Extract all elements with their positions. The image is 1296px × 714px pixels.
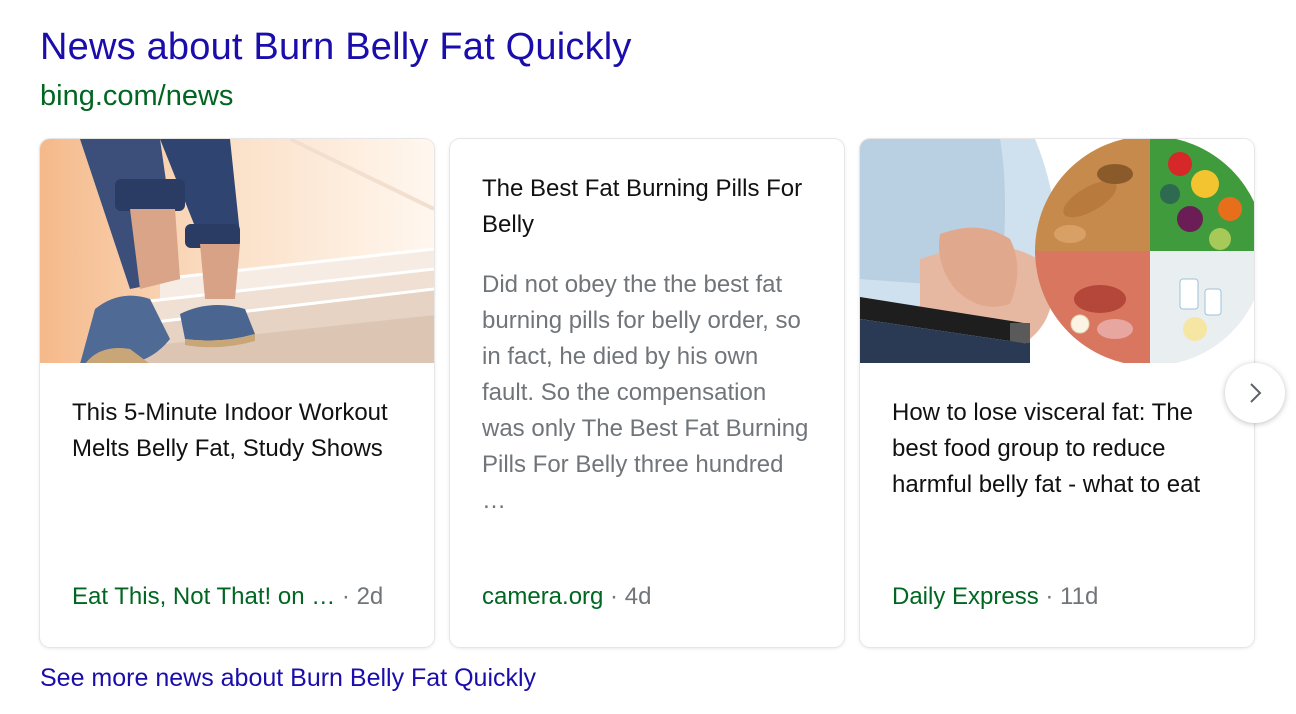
meta-separator: · <box>335 583 357 610</box>
card-publisher: Daily Express <box>892 583 1039 610</box>
card-meta: camera.org · 4d <box>482 579 824 615</box>
meta-separator: · <box>603 583 625 610</box>
chevron-right-icon <box>1250 383 1262 403</box>
card-headline[interactable]: The Best Fat Burning Pills For Belly <box>482 171 814 243</box>
see-more-news-link[interactable]: See more news about Burn Belly Fat Quick… <box>40 664 536 693</box>
news-card-2[interactable]: The Best Fat Burning Pills For Belly Did… <box>450 139 844 647</box>
card-age: 4d <box>624 583 652 610</box>
card-age: 2d <box>356 583 384 610</box>
meta-separator: · <box>1038 583 1061 610</box>
card-publisher: camera.org <box>482 583 604 610</box>
news-card-1[interactable]: This 5-Minute Indoor Workout Melts Belly… <box>40 139 434 647</box>
news-card-3[interactable]: How to lose visceral fat: The best food … <box>860 139 1254 647</box>
card-headline[interactable]: How to lose visceral fat: The best food … <box>892 395 1224 503</box>
card-snippet: Did not obey the the best fat burning pi… <box>482 271 809 514</box>
card-publisher: Eat This, Not That! on … <box>72 583 336 610</box>
carousel-next-button[interactable] <box>1225 363 1285 423</box>
news-title-link[interactable]: News about Burn Belly Fat Quickly <box>40 26 632 69</box>
card-headline[interactable]: This 5-Minute Indoor Workout Melts Belly… <box>72 395 404 467</box>
news-source-url: bing.com/news <box>40 80 234 112</box>
card-meta: Eat This, Not That! on … · 2d <box>72 579 414 615</box>
card-age: 11d <box>1060 583 1099 610</box>
card-meta: Daily Express · 11d <box>892 579 1234 615</box>
news-answer: News about Burn Belly Fat Quickly bing.c… <box>0 0 1296 714</box>
card-thumbnail-belly-food[interactable] <box>860 139 1254 363</box>
card-thumbnail-stairs[interactable] <box>40 139 434 363</box>
